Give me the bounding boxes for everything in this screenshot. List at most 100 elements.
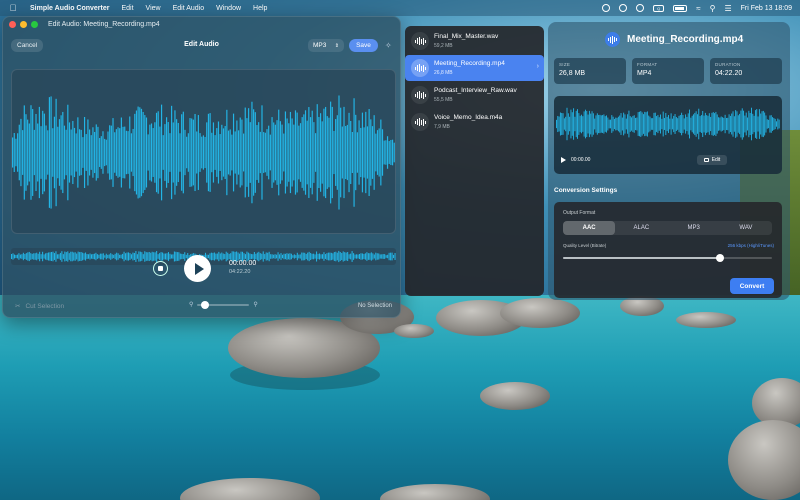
preview-play-icon[interactable] xyxy=(561,157,566,163)
search-icon[interactable]: ⚲ xyxy=(710,4,716,13)
quality-slider-fill xyxy=(563,257,720,259)
menu-edit[interactable]: Edit xyxy=(121,5,133,12)
stop-icon xyxy=(158,266,163,271)
output-format-segmented-control: AAC ALAC MP3 WAV xyxy=(563,221,772,235)
file-list-item-selected[interactable]: Meeting_Recording.mp4 26,8 MB › xyxy=(405,55,544,81)
menu-edit-audio[interactable]: Edit Audio xyxy=(173,5,205,12)
menu-window[interactable]: Window xyxy=(216,5,241,12)
total-time: 04:22.20 xyxy=(229,269,251,275)
format-option-alac[interactable]: ALAC xyxy=(615,221,667,235)
keyboard-input-icon[interactable]: Q xyxy=(653,4,665,12)
waveform-graph[interactable] xyxy=(12,70,396,234)
magic-wand-icon[interactable]: ✧ xyxy=(385,41,392,50)
meta-value: MP4 xyxy=(637,70,652,77)
meta-label: SIZE xyxy=(559,62,571,67)
output-format-label: Output Format xyxy=(563,210,596,216)
window-titlebar[interactable]: Edit Audio: Meeting_Recording.mp4 xyxy=(3,17,400,31)
file-name: Meeting_Recording.mp4 xyxy=(434,60,505,67)
stop-button[interactable] xyxy=(153,261,168,276)
file-size: 59,2 MB xyxy=(434,43,453,49)
quality-slider[interactable] xyxy=(563,254,772,262)
chevron-updown-icon: ⇕ xyxy=(334,42,339,49)
file-name: Voice_Memo_Idea.m4a xyxy=(434,114,503,121)
selection-status: No Selection xyxy=(357,303,392,309)
audio-waveform-icon xyxy=(411,86,429,104)
apple-menu-icon[interactable]:  xyxy=(8,3,18,13)
menu-help[interactable]: Help xyxy=(253,5,267,12)
file-list: Final_Mix_Master.wav 59,2 MB Meeting_Rec… xyxy=(405,26,544,296)
details-header: Meeting_Recording.mp4 xyxy=(605,32,743,47)
format-option-aac[interactable]: AAC xyxy=(563,221,616,235)
menu-clock[interactable]: Fri Feb 13 18:09 xyxy=(741,5,792,12)
transport-controls: 00:00.00 04:22.20 xyxy=(3,255,400,285)
zoom-slider[interactable] xyxy=(197,300,250,309)
cut-selection-button[interactable]: ✂ Cut Selection xyxy=(15,302,65,311)
meta-duration-card: DURATION 04:22.20 xyxy=(710,58,782,84)
audio-waveform-icon xyxy=(605,32,620,47)
menu-app-name[interactable]: Simple Audio Converter xyxy=(30,5,109,12)
audio-waveform-icon xyxy=(411,59,429,77)
status-circle-icon[interactable] xyxy=(602,4,611,12)
format-select[interactable]: MP3 ⇕ xyxy=(308,39,344,52)
play-button[interactable] xyxy=(184,255,211,282)
preview-time: 00:00.00 xyxy=(571,157,591,163)
format-select-value: MP3 xyxy=(313,42,327,49)
play-icon xyxy=(194,262,204,275)
file-list-item[interactable]: Final_Mix_Master.wav 59,2 MB xyxy=(405,28,544,54)
format-option-wav[interactable]: WAV xyxy=(720,221,772,235)
close-window-button[interactable] xyxy=(9,20,16,28)
main-waveform[interactable] xyxy=(11,69,396,234)
meta-size-card: SIZE 26,8 MB xyxy=(554,58,626,84)
quality-level-label: Quality Level (Bitrate) xyxy=(563,243,607,248)
chevron-right-icon: › xyxy=(536,63,539,70)
edit-button[interactable]: Edit xyxy=(697,155,727,165)
meta-value: 04:22.20 xyxy=(715,70,743,77)
quality-slider-knob[interactable] xyxy=(715,254,724,262)
file-size: 7,9 MB xyxy=(434,124,450,130)
file-size: 55,5 MB xyxy=(434,97,453,103)
cut-selection-label: Cut Selection xyxy=(25,302,65,310)
cancel-button[interactable]: Cancel xyxy=(11,39,44,52)
zoom-in-icon[interactable]: ⚲ xyxy=(253,301,257,308)
play-circle-icon[interactable] xyxy=(619,4,628,12)
convert-button[interactable]: Convert xyxy=(730,278,774,294)
edit-button-label: Edit xyxy=(711,157,721,163)
file-list-item[interactable]: Voice_Memo_Idea.m4a 7,9 MB xyxy=(405,109,544,135)
control-center-icon[interactable]: ☰ xyxy=(724,4,731,13)
zoom-control: ⚲ ⚲ xyxy=(189,300,258,309)
zoom-out-icon[interactable]: ⚲ xyxy=(189,301,193,308)
rock xyxy=(480,382,550,410)
format-option-mp3[interactable]: MP3 xyxy=(668,221,720,235)
audio-waveform-icon xyxy=(411,113,429,131)
save-button[interactable]: Save xyxy=(349,39,378,52)
file-name: Final_Mix_Master.wav xyxy=(434,33,499,40)
conversion-settings-heading: Conversion Settings xyxy=(554,187,618,194)
rock xyxy=(676,312,736,328)
menu-view[interactable]: View xyxy=(146,5,161,12)
meta-value: 26,8 MB xyxy=(559,70,586,77)
editor-toolbar: Cancel Edit Audio MP3 ⇕ Save ✧ xyxy=(3,37,400,55)
preview-waveform[interactable] xyxy=(556,98,780,150)
wifi-icon[interactable]: ≈ xyxy=(696,4,700,13)
audio-waveform-icon xyxy=(411,32,429,50)
edit-audio-window: Edit Audio: Meeting_Recording.mp4 Cancel… xyxy=(2,16,401,318)
file-name: Podcast_Interview_Raw.wav xyxy=(434,87,517,94)
battery-icon[interactable] xyxy=(673,4,688,12)
record-icon[interactable] xyxy=(636,4,645,12)
file-list-item[interactable]: Podcast_Interview_Raw.wav 55,5 MB xyxy=(405,82,544,108)
conversion-settings: Output Format AAC ALAC MP3 WAV Quality L… xyxy=(554,202,782,298)
file-size: 26,8 MB xyxy=(434,70,453,76)
editor-bottom-bar: ✂ Cut Selection ⚲ ⚲ No Selection xyxy=(3,299,400,315)
quality-level-value: 256 kbps (High/iTunes) xyxy=(727,243,774,248)
minimize-window-button[interactable] xyxy=(20,20,27,28)
meta-label: FORMAT xyxy=(637,62,658,67)
details-title: Meeting_Recording.mp4 xyxy=(627,34,744,45)
zoom-window-button[interactable] xyxy=(31,20,38,28)
current-time: 00:00.00 xyxy=(229,260,257,267)
file-details-panel: Meeting_Recording.mp4 SIZE 26,8 MB FORMA… xyxy=(548,22,790,300)
rock xyxy=(500,298,580,328)
menu-bar:  Simple Audio Converter Edit View Edit … xyxy=(0,0,800,16)
rock xyxy=(394,324,434,338)
meta-label: DURATION xyxy=(715,62,741,67)
zoom-slider-knob[interactable] xyxy=(201,300,210,309)
